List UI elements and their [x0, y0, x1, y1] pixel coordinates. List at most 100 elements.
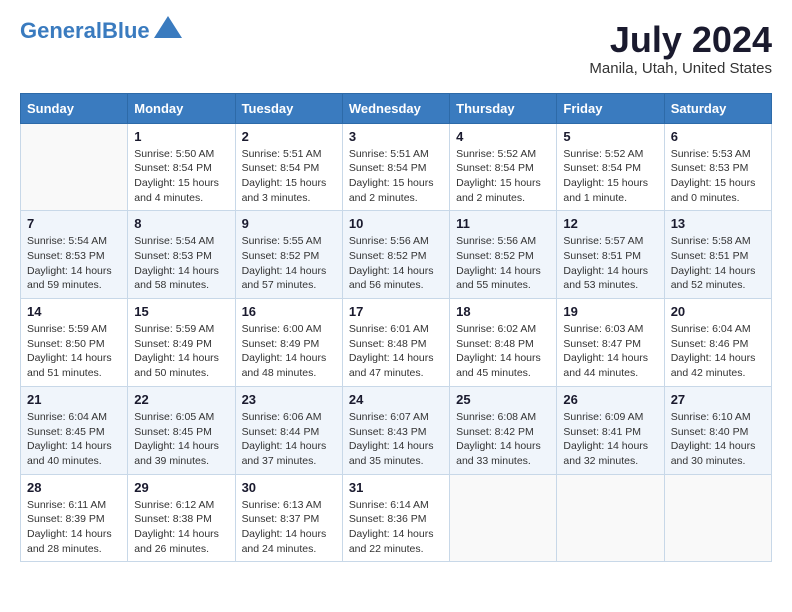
day-number: 14: [27, 304, 121, 319]
logo-blue: Blue: [102, 18, 150, 43]
day-number: 25: [456, 392, 550, 407]
day-number: 10: [349, 216, 443, 231]
day-info: Sunrise: 5:56 AMSunset: 8:52 PMDaylight:…: [456, 234, 550, 293]
calendar-day-cell: 18 Sunrise: 6:02 AMSunset: 8:48 PMDayligh…: [450, 299, 557, 387]
day-info: Sunrise: 6:03 AMSunset: 8:47 PMDaylight:…: [563, 322, 657, 381]
day-number: 23: [242, 392, 336, 407]
day-number: 15: [134, 304, 228, 319]
calendar-day-cell: 31 Sunrise: 6:14 AMSunset: 8:36 PMDayligh…: [342, 474, 449, 562]
day-number: 27: [671, 392, 765, 407]
calendar-day-cell: 27 Sunrise: 6:10 AMSunset: 8:40 PMDayligh…: [664, 386, 771, 474]
calendar-day-cell: 7 Sunrise: 5:54 AMSunset: 8:53 PMDaylight…: [21, 211, 128, 299]
day-info: Sunrise: 6:06 AMSunset: 8:44 PMDaylight:…: [242, 410, 336, 469]
calendar-day-cell: 20 Sunrise: 6:04 AMSunset: 8:46 PMDayligh…: [664, 299, 771, 387]
calendar-day-cell: 5 Sunrise: 5:52 AMSunset: 8:54 PMDaylight…: [557, 123, 664, 211]
day-number: 2: [242, 129, 336, 144]
day-number: 12: [563, 216, 657, 231]
calendar-day-cell: 13 Sunrise: 5:58 AMSunset: 8:51 PMDayligh…: [664, 211, 771, 299]
calendar-table: SundayMondayTuesdayWednesdayThursdayFrid…: [20, 93, 772, 563]
day-number: 16: [242, 304, 336, 319]
day-number: 28: [27, 480, 121, 495]
calendar-day-cell: [664, 474, 771, 562]
calendar-week-row: 1 Sunrise: 5:50 AMSunset: 8:54 PMDaylight…: [21, 123, 772, 211]
calendar-day-cell: [21, 123, 128, 211]
day-info: Sunrise: 5:59 AMSunset: 8:49 PMDaylight:…: [134, 322, 228, 381]
calendar-day-cell: 23 Sunrise: 6:06 AMSunset: 8:44 PMDayligh…: [235, 386, 342, 474]
day-info: Sunrise: 5:56 AMSunset: 8:52 PMDaylight:…: [349, 234, 443, 293]
calendar-day-cell: 21Sunrise: 6:04 AMSunset: 8:45 PMDayligh…: [21, 386, 128, 474]
calendar-day-cell: [450, 474, 557, 562]
day-info: Sunrise: 6:10 AMSunset: 8:40 PMDaylight:…: [671, 410, 765, 469]
day-info: Sunrise: 6:07 AMSunset: 8:43 PMDaylight:…: [349, 410, 443, 469]
weekday-header: Wednesday: [342, 93, 449, 123]
day-number: 31: [349, 480, 443, 495]
calendar-day-cell: 1 Sunrise: 5:50 AMSunset: 8:54 PMDaylight…: [128, 123, 235, 211]
calendar-day-cell: 29 Sunrise: 6:12 AMSunset: 8:38 PMDayligh…: [128, 474, 235, 562]
logo: GeneralBlue: [20, 20, 182, 42]
day-info: Sunrise: 6:02 AMSunset: 8:48 PMDaylight:…: [456, 322, 550, 381]
day-info: Sunrise: 6:04 AMSunset: 8:46 PMDaylight:…: [671, 322, 765, 381]
day-number: 9: [242, 216, 336, 231]
day-info: Sunrise: 5:58 AMSunset: 8:51 PMDaylight:…: [671, 234, 765, 293]
day-number: 1: [134, 129, 228, 144]
calendar-day-cell: 28Sunrise: 6:11 AMSunset: 8:39 PMDayligh…: [21, 474, 128, 562]
day-info: Sunrise: 6:05 AMSunset: 8:45 PMDaylight:…: [134, 410, 228, 469]
calendar-day-cell: 3 Sunrise: 5:51 AMSunset: 8:54 PMDaylight…: [342, 123, 449, 211]
day-number: 24: [349, 392, 443, 407]
day-number: 5: [563, 129, 657, 144]
calendar-day-cell: 16Sunrise: 6:00 AMSunset: 8:49 PMDayligh…: [235, 299, 342, 387]
day-info: Sunrise: 5:50 AMSunset: 8:54 PMDaylight:…: [134, 147, 228, 206]
day-info: Sunrise: 5:57 AMSunset: 8:51 PMDaylight:…: [563, 234, 657, 293]
day-number: 13: [671, 216, 765, 231]
calendar-day-cell: 12 Sunrise: 5:57 AMSunset: 8:51 PMDayligh…: [557, 211, 664, 299]
day-number: 26: [563, 392, 657, 407]
calendar-day-cell: 14Sunrise: 5:59 AMSunset: 8:50 PMDayligh…: [21, 299, 128, 387]
title-block: July 2024 Manila, Utah, United States: [589, 20, 772, 77]
day-info: Sunrise: 5:51 AMSunset: 8:54 PMDaylight:…: [349, 147, 443, 206]
day-number: 17: [349, 304, 443, 319]
logo-text: GeneralBlue: [20, 20, 150, 42]
weekday-header: Thursday: [450, 93, 557, 123]
day-info: Sunrise: 5:54 AMSunset: 8:53 PMDaylight:…: [134, 234, 228, 293]
day-info: Sunrise: 5:54 AMSunset: 8:53 PMDaylight:…: [27, 234, 121, 293]
month-year: July 2024: [589, 20, 772, 60]
day-info: Sunrise: 6:04 AMSunset: 8:45 PMDaylight:…: [27, 410, 121, 469]
day-number: 29: [134, 480, 228, 495]
calendar-week-row: 14Sunrise: 5:59 AMSunset: 8:50 PMDayligh…: [21, 299, 772, 387]
calendar-day-cell: 19 Sunrise: 6:03 AMSunset: 8:47 PMDayligh…: [557, 299, 664, 387]
day-number: 30: [242, 480, 336, 495]
weekday-header-row: SundayMondayTuesdayWednesdayThursdayFrid…: [21, 93, 772, 123]
weekday-header: Saturday: [664, 93, 771, 123]
weekday-header: Sunday: [21, 93, 128, 123]
calendar-day-cell: 17Sunrise: 6:01 AMSunset: 8:48 PMDayligh…: [342, 299, 449, 387]
calendar-day-cell: 8 Sunrise: 5:54 AMSunset: 8:53 PMDaylight…: [128, 211, 235, 299]
day-number: 11: [456, 216, 550, 231]
calendar-day-cell: 26 Sunrise: 6:09 AMSunset: 8:41 PMDayligh…: [557, 386, 664, 474]
calendar-day-cell: [557, 474, 664, 562]
day-info: Sunrise: 6:12 AMSunset: 8:38 PMDaylight:…: [134, 498, 228, 557]
calendar-day-cell: 30Sunrise: 6:13 AMSunset: 8:37 PMDayligh…: [235, 474, 342, 562]
day-number: 20: [671, 304, 765, 319]
calendar-day-cell: 6Sunrise: 5:53 AMSunset: 8:53 PMDaylight…: [664, 123, 771, 211]
calendar-day-cell: 4Sunrise: 5:52 AMSunset: 8:54 PMDaylight…: [450, 123, 557, 211]
day-number: 19: [563, 304, 657, 319]
calendar-week-row: 21Sunrise: 6:04 AMSunset: 8:45 PMDayligh…: [21, 386, 772, 474]
weekday-header: Monday: [128, 93, 235, 123]
calendar-day-cell: 9 Sunrise: 5:55 AMSunset: 8:52 PMDaylight…: [235, 211, 342, 299]
day-number: 22: [134, 392, 228, 407]
day-info: Sunrise: 5:55 AMSunset: 8:52 PMDaylight:…: [242, 234, 336, 293]
logo-general: General: [20, 18, 102, 43]
calendar-day-cell: 24 Sunrise: 6:07 AMSunset: 8:43 PMDayligh…: [342, 386, 449, 474]
day-info: Sunrise: 5:53 AMSunset: 8:53 PMDaylight:…: [671, 147, 765, 206]
day-number: 3: [349, 129, 443, 144]
day-number: 7: [27, 216, 121, 231]
day-number: 8: [134, 216, 228, 231]
day-info: Sunrise: 5:52 AMSunset: 8:54 PMDaylight:…: [563, 147, 657, 206]
day-info: Sunrise: 6:09 AMSunset: 8:41 PMDaylight:…: [563, 410, 657, 469]
weekday-header: Friday: [557, 93, 664, 123]
calendar-week-row: 7 Sunrise: 5:54 AMSunset: 8:53 PMDaylight…: [21, 211, 772, 299]
day-info: Sunrise: 6:14 AMSunset: 8:36 PMDaylight:…: [349, 498, 443, 557]
calendar-week-row: 28Sunrise: 6:11 AMSunset: 8:39 PMDayligh…: [21, 474, 772, 562]
calendar-day-cell: 2Sunrise: 5:51 AMSunset: 8:54 PMDaylight…: [235, 123, 342, 211]
day-number: 18: [456, 304, 550, 319]
